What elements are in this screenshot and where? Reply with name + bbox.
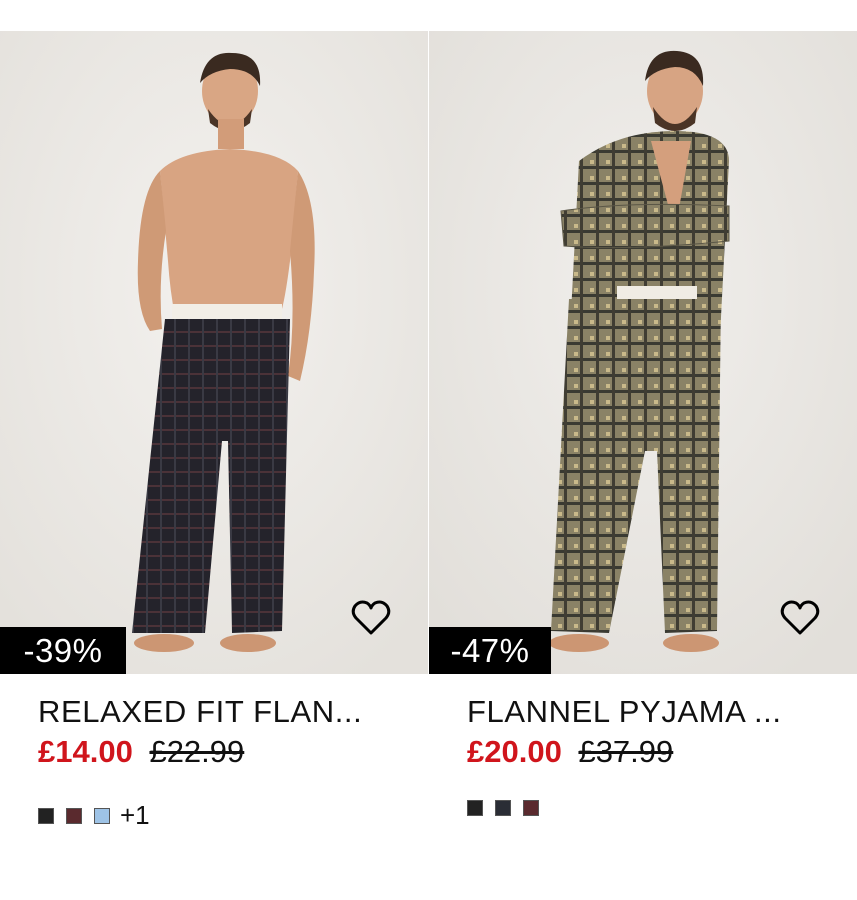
original-price: £37.99 [578,734,674,769]
product-title[interactable]: FLANNEL PYJAMA ... [467,694,782,730]
price-row: £14.00 £22.99 [38,734,244,770]
price-row: £20.00 £37.99 [467,734,673,770]
sale-price: £20.00 [467,734,562,769]
product-photo [429,31,857,674]
discount-badge: -47% [429,627,551,674]
colour-swatch[interactable] [38,807,54,824]
product-image[interactable]: -39% [0,31,428,674]
product-grid: -39% RELAXED FIT FLAN... £14.00 £22.99 +… [0,0,857,900]
product-image[interactable]: -47% [429,31,857,674]
heart-icon [780,600,820,635]
add-to-favourites-button[interactable] [780,598,820,638]
more-colours-count: +1 [120,800,150,830]
colour-swatches: +1 [38,800,150,831]
colour-swatches [467,800,551,816]
product-card-flannel-pyjama[interactable]: -47% FLANNEL PYJAMA ... £20.00 £37.99 [429,0,857,900]
colour-swatch[interactable] [66,807,82,824]
colour-swatch[interactable] [495,800,511,816]
colour-swatch[interactable] [523,800,539,816]
sale-price: £14.00 [38,734,133,769]
colour-swatch[interactable] [467,800,483,816]
original-price: £22.99 [149,734,245,769]
product-photo [0,31,428,674]
product-card-relaxed-fit[interactable]: -39% RELAXED FIT FLAN... £14.00 £22.99 +… [0,0,428,900]
heart-icon [351,600,391,635]
colour-swatch[interactable] [94,807,110,824]
discount-badge: -39% [0,627,126,674]
product-title[interactable]: RELAXED FIT FLAN... [38,694,362,730]
add-to-favourites-button[interactable] [351,598,391,638]
